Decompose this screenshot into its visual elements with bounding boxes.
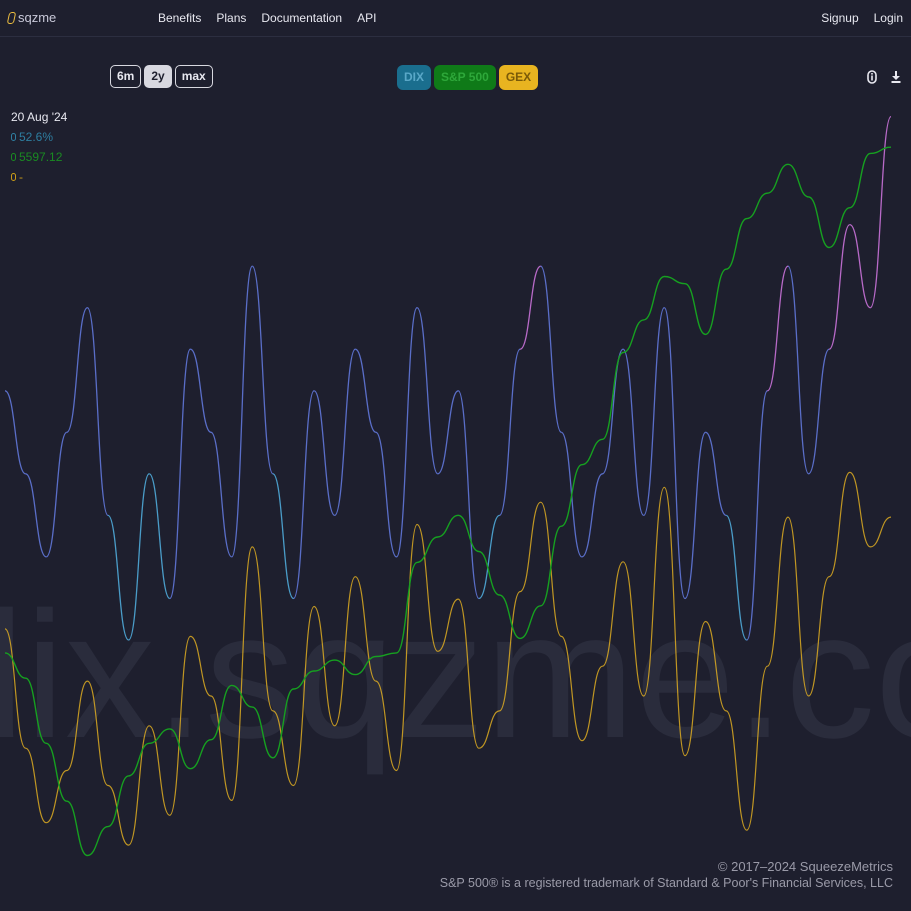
dix-line-segment <box>251 265 274 475</box>
value-readout: 20 Aug '24 52.6% 5597.12 - <box>11 107 67 187</box>
dix-line-segment <box>869 115 892 309</box>
dix-line-segment <box>581 473 603 558</box>
range-selector: 6m 2y max <box>110 65 213 88</box>
dix-line-segment <box>766 265 789 392</box>
chart-tools <box>867 70 901 84</box>
nav-link-plans[interactable]: Plans <box>216 11 246 25</box>
dix-line-segment <box>169 348 192 600</box>
dix-line-segment <box>395 307 418 558</box>
signup-link[interactable]: Signup <box>821 11 858 25</box>
login-link[interactable]: Login <box>874 11 903 25</box>
dix-line-segment <box>807 348 830 475</box>
readout-dix-value: 52.6% <box>19 130 54 144</box>
readout-date: 20 Aug '24 <box>11 110 68 124</box>
spx-dot-icon <box>11 153 16 161</box>
dix-line-segment <box>416 307 439 475</box>
dix-line-segment <box>787 265 810 475</box>
dix-line-segment <box>457 390 480 600</box>
dix-line-segment <box>313 390 336 517</box>
top-nav: sqzme Benefits Plans Documentation API S… <box>0 0 911 37</box>
copyright-text: © 2017–2024 SqueezeMetrics <box>717 859 893 874</box>
nav-link-documentation[interactable]: Documentation <box>261 11 342 25</box>
dix-dot-icon <box>11 133 16 141</box>
info-icon[interactable] <box>867 70 877 84</box>
range-button-2y[interactable]: 2y <box>144 65 172 88</box>
readout-gex-row: - <box>11 167 67 187</box>
dix-line-segment <box>498 348 521 517</box>
dix-line-segment <box>231 265 253 558</box>
download-icon[interactable] <box>891 70 901 84</box>
dix-line-segment <box>45 431 68 558</box>
dix-line-segment <box>354 348 377 433</box>
readout-dix-row: 52.6% <box>11 127 67 147</box>
dix-line-segment <box>86 307 109 517</box>
dix-line-segment <box>334 348 356 517</box>
chart: dix.sqzme.co <box>0 115 911 857</box>
dix-line-segment <box>540 265 562 433</box>
gex-dot-icon <box>11 173 16 181</box>
dix-line-segment <box>705 431 727 517</box>
dix-line-segment <box>519 265 542 350</box>
dix-line-segment <box>849 223 871 309</box>
watermark: dix.sqzme.co <box>0 575 911 776</box>
trademark-text: S&P 500® is a registered trademark of St… <box>439 876 893 890</box>
dix-line-segment <box>4 390 26 475</box>
dix-line-segment <box>210 431 233 558</box>
dix-line-segment <box>375 431 398 558</box>
spx-toggle-button[interactable]: S&P 500 <box>434 65 496 90</box>
dix-line-segment <box>828 223 851 350</box>
nav-link-benefits[interactable]: Benefits <box>158 11 201 25</box>
dix-line-segment <box>643 307 665 517</box>
dix-toggle-button[interactable]: DIX <box>397 65 432 90</box>
series-toggles: DIX S&P 500 GEX <box>397 65 539 90</box>
dix-line-segment <box>622 348 645 517</box>
logo-icon <box>6 11 17 24</box>
dix-line-segment <box>66 307 89 433</box>
nav-links: Benefits Plans Documentation API <box>158 11 376 25</box>
dix-line-segment <box>601 348 624 475</box>
nav-link-api[interactable]: API <box>357 11 376 25</box>
readout-spx-row: 5597.12 <box>11 147 67 167</box>
nav-account: Signup Login <box>821 11 903 25</box>
logo[interactable]: sqzme <box>6 10 57 25</box>
readout-spx-value: 5597.12 <box>19 150 63 164</box>
logo-text: sqzme <box>18 10 57 25</box>
gex-toggle-button[interactable]: GEX <box>498 65 539 90</box>
readout-gex-value: - <box>19 170 23 184</box>
dix-line-segment <box>25 473 47 558</box>
range-button-6m[interactable]: 6m <box>110 65 142 88</box>
footer: © 2017–2024 SqueezeMetrics S&P 500® is a… <box>440 859 893 891</box>
dix-line-segment <box>437 390 459 475</box>
dix-line-segment <box>663 307 686 600</box>
dix-line-segment <box>684 431 707 600</box>
dix-series <box>4 115 892 641</box>
dix-line-segment <box>190 348 212 433</box>
dix-line-segment <box>292 390 315 600</box>
range-button-max[interactable]: max <box>174 65 213 88</box>
